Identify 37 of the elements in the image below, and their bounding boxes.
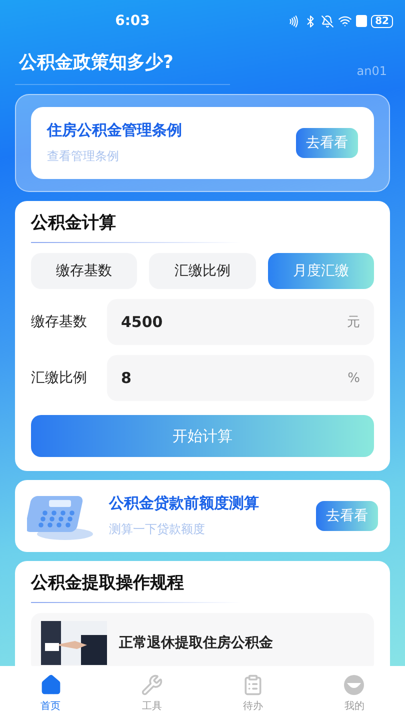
nfc-icon <box>287 14 300 28</box>
status-time: 6:03 <box>114 13 151 29</box>
start-button[interactable]: 开始计算 <box>31 415 374 457</box>
version-tag: an01 <box>356 64 387 78</box>
field-label: 汇缴比例 <box>31 369 88 387</box>
page-title: 公积金政策知多少? <box>19 51 174 74</box>
field-value: 4500 <box>121 313 164 331</box>
calc-tab[interactable]: 月度汇缴 <box>268 253 374 289</box>
field-label: 缴存基数 <box>31 313 88 331</box>
view-button[interactable]: 去看看 <box>316 501 378 531</box>
face-icon <box>343 674 366 696</box>
calc-tab[interactable]: 汇缴比例 <box>149 253 256 289</box>
nav-tab[interactable]: 首页 <box>0 672 102 714</box>
card-subtitle: 测算一下贷款额度 <box>109 521 206 538</box>
unit-label: % <box>348 370 360 386</box>
card-subtitle: 查看管理条例 <box>47 148 120 165</box>
nav-tab[interactable]: 待办 <box>202 672 304 714</box>
procedure-title: 正常退休提取住房公积金 <box>119 634 273 652</box>
clipboard-icon <box>242 674 264 696</box>
nav-tab[interactable]: 我的 <box>304 672 405 714</box>
home-icon <box>40 674 62 696</box>
input-field[interactable]: 8 % <box>107 355 374 401</box>
input-field[interactable]: 4500 元 <box>107 299 374 345</box>
section-title: 公积金计算 <box>31 211 241 243</box>
calc-tab[interactable]: 缴存基数 <box>31 253 138 289</box>
wifi-icon <box>338 14 352 28</box>
view-button[interactable]: 去看看 <box>296 128 358 158</box>
section-title: 公积金提取操作规程 <box>31 571 241 603</box>
wrench-icon <box>140 674 163 696</box>
field-value: 8 <box>121 369 132 387</box>
card-title: 公积金贷款前额度测算 <box>109 494 260 513</box>
procedure-item[interactable]: 正常退休提取住房公积金 <box>31 613 374 666</box>
card-title: 住房公积金管理条例 <box>47 121 183 140</box>
unit-label: 元 <box>347 314 360 331</box>
bell-off-icon <box>321 14 334 28</box>
battery-level: 82 <box>371 14 393 28</box>
nav-tab[interactable]: 工具 <box>101 672 202 714</box>
